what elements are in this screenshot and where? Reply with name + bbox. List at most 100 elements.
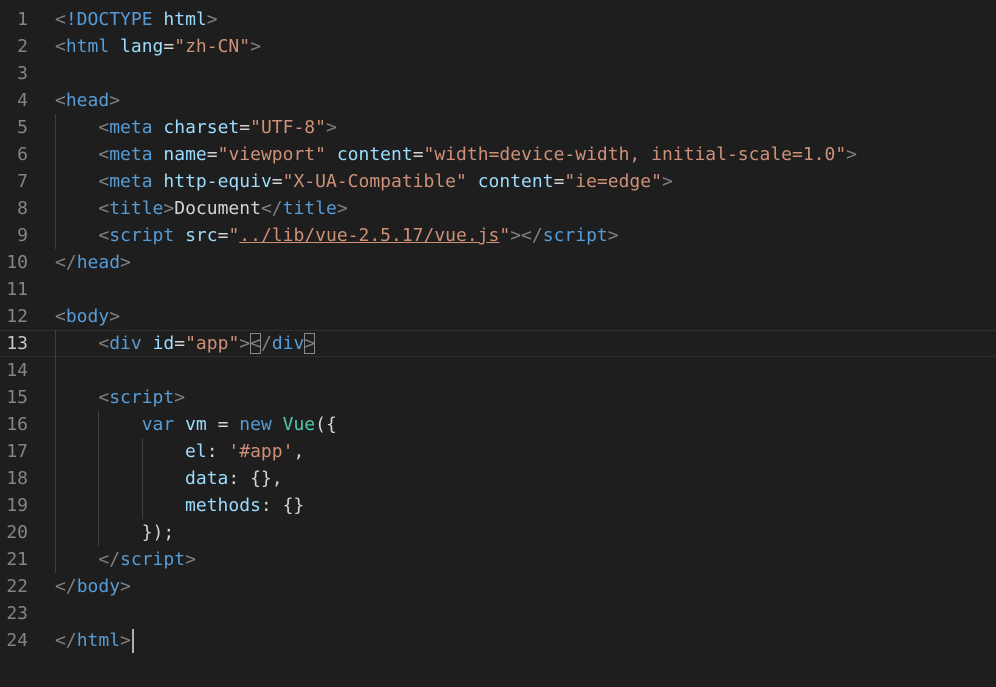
code-token: var <box>141 414 175 435</box>
indent-guide <box>55 330 56 573</box>
line-number: 18 <box>6 468 28 489</box>
code-token: body <box>76 576 121 597</box>
indent-guide <box>98 411 100 546</box>
line-number: 22 <box>6 576 28 597</box>
matched-bracket: < <box>250 333 261 354</box>
line-number: 10 <box>6 252 28 273</box>
code-line[interactable]: 22 </body> <box>0 573 996 600</box>
code-token: Document <box>174 198 261 219</box>
code-token: < <box>98 117 110 138</box>
code-token: < <box>55 90 66 111</box>
line-number: 13 <box>6 333 28 354</box>
code-token: = <box>163 36 175 57</box>
code-token: = <box>206 144 218 165</box>
code-token: new <box>239 414 272 435</box>
matched-bracket: > <box>304 333 316 354</box>
code-line[interactable]: 3 <box>0 60 996 87</box>
code-line[interactable]: 7 <meta http-equiv="X-UA-Compatible" con… <box>0 168 996 195</box>
code-token: " <box>228 225 240 246</box>
code-token: div <box>109 333 142 354</box>
line-number: 20 <box>6 522 28 543</box>
code-editor[interactable]: 1 <!DOCTYPE html> 2 <html lang="zh-CN"> 3 4 <h… <box>0 0 996 687</box>
code-token: </ <box>98 549 121 570</box>
code-token: head <box>65 90 110 111</box>
code-token: = <box>271 171 283 192</box>
code-line[interactable]: 23 <box>0 600 996 627</box>
code-line[interactable]: 5 <meta charset="UTF-8"> <box>0 114 996 141</box>
code-token: content <box>477 171 554 192</box>
code-token: script <box>542 225 608 246</box>
code-token: > <box>661 171 673 192</box>
code-token: html <box>163 9 207 30</box>
code-token: "width=device-width, initial-scale=1.0" <box>423 144 847 165</box>
code-token: < <box>98 144 110 165</box>
code-text: <script> <box>55 384 185 411</box>
code-token: , <box>293 441 305 462</box>
code-line[interactable]: 4 <head> <box>0 87 996 114</box>
code-token: html <box>65 36 110 57</box>
code-line[interactable]: 10 </head> <box>0 249 996 276</box>
code-text: <!DOCTYPE html> <box>55 6 218 33</box>
code-token: < <box>98 333 110 354</box>
code-text: data: {}, <box>55 465 283 492</box>
code-token: meta <box>109 144 153 165</box>
code-line[interactable]: 21 </script> <box>0 546 996 573</box>
code-token: : {} <box>260 495 305 516</box>
code-token: "app" <box>185 333 240 354</box>
code-text: <title>Document</title> <box>55 195 347 222</box>
code-line[interactable]: 18 data: {}, <box>0 465 996 492</box>
code-token: < <box>55 306 66 327</box>
code-line[interactable]: 13 <div id="app"></div> <box>0 330 996 357</box>
code-line[interactable]: 19 methods: {} <box>0 492 996 519</box>
code-line[interactable]: 24 </html> <box>0 627 996 654</box>
code-line[interactable]: 14 <box>0 357 996 384</box>
code-token: "ie=edge" <box>564 171 662 192</box>
code-token: > <box>206 9 218 30</box>
code-line[interactable]: 16 var vm = new Vue({ <box>0 411 996 438</box>
code-token: > <box>846 144 858 165</box>
code-token: name <box>163 144 207 165</box>
code-token: = <box>174 333 186 354</box>
code-line[interactable]: 2 <html lang="zh-CN"> <box>0 33 996 60</box>
code-token: > <box>239 333 251 354</box>
code-token: script <box>120 549 186 570</box>
scrolled-line-fragment <box>0 0 996 4</box>
code-token: > <box>607 225 619 246</box>
line-number: 8 <box>17 198 28 219</box>
code-token: / <box>260 333 272 354</box>
code-line[interactable]: 11 <box>0 276 996 303</box>
code-token: > <box>163 198 175 219</box>
code-token: html <box>76 630 121 651</box>
code-token: script <box>109 225 175 246</box>
code-token: id <box>152 333 175 354</box>
code-token: charset <box>163 117 240 138</box>
code-token: = <box>206 414 240 435</box>
code-token: </ <box>260 198 283 219</box>
code-token: = <box>553 171 565 192</box>
code-text: <head> <box>55 87 120 114</box>
code-line[interactable]: 1 <!DOCTYPE html> <box>0 6 996 33</box>
code-line[interactable]: 12 <body> <box>0 303 996 330</box>
code-token: ({ <box>315 414 337 435</box>
code-line[interactable]: 17 el: '#app', <box>0 438 996 465</box>
code-line[interactable]: 8 <title>Document</title> <box>0 195 996 222</box>
code-token: : {}, <box>228 468 283 489</box>
code-token: data <box>185 468 229 489</box>
code-line[interactable]: 9 <script src="../lib/vue-2.5.17/vue.js"… <box>0 222 996 249</box>
code-token: div <box>271 333 305 354</box>
code-token: methods <box>185 495 261 516</box>
code-line[interactable]: 20 }); <box>0 519 996 546</box>
code-token: > <box>325 117 337 138</box>
code-line[interactable]: 15 <script> <box>0 384 996 411</box>
indent-guide <box>55 114 56 249</box>
code-token: > <box>120 252 131 273</box>
code-token: "zh-CN" <box>174 36 251 57</box>
code-line[interactable]: 6 <meta name="viewport" content="width=d… <box>0 141 996 168</box>
line-number: 4 <box>17 90 28 111</box>
